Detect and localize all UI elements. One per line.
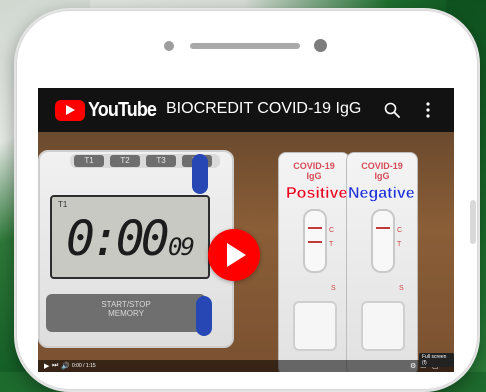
strip-positive-sample-well xyxy=(293,301,337,351)
timer-start-stop-label: START/STOP MEMORY xyxy=(101,300,151,318)
controls-play-icon[interactable]: ▶ xyxy=(44,362,49,370)
video-title[interactable]: BIOCREDIT COVID-19 IgG xyxy=(166,100,361,118)
youtube-logo-icon[interactable] xyxy=(55,100,85,121)
timer-tab-2: T2 xyxy=(110,155,140,167)
controls-settings-icon[interactable]: ⚙ xyxy=(410,362,416,370)
timer-display-time: 0:00 xyxy=(66,211,170,267)
controls-volume-icon[interactable]: 🔊 xyxy=(61,362,70,370)
overlay-label-positive: Positive xyxy=(286,185,348,202)
strip-positive-title-line2: IgG xyxy=(306,171,322,181)
overlay-label-negative: Negative xyxy=(348,185,415,202)
controls-next-icon[interactable]: ⏭ xyxy=(52,362,58,370)
strip-negative-mark-s1: S xyxy=(399,285,404,292)
strip-positive-title-line1: COVID-19 xyxy=(293,161,335,171)
video-player[interactable]: T1 T2 T3 T4 T1 0:00 09 START/STOP MEMORY… xyxy=(38,132,454,372)
strip-positive-mark-c: C xyxy=(329,227,335,234)
timer-display-label: T1 xyxy=(58,200,68,209)
more-vert-icon[interactable] xyxy=(424,101,432,119)
timer-start-stop-panel: START/STOP MEMORY xyxy=(46,294,206,332)
phone-screen: YouTube BIOCREDIT COVID-19 IgG T1 T2 T3 … xyxy=(38,88,454,372)
strip-negative-title-line1: COVID-19 xyxy=(361,161,403,171)
play-icon xyxy=(227,243,246,267)
strip-positive-control-line xyxy=(308,227,322,229)
phone-speaker xyxy=(190,43,300,49)
timer-cap-top xyxy=(192,154,208,194)
timer-display-seconds: 09 xyxy=(168,233,195,261)
youtube-wordmark[interactable]: YouTube xyxy=(88,99,157,122)
strip-negative-title: COVID-19 IgG xyxy=(347,161,417,181)
timer-tab-3: T3 xyxy=(146,155,176,167)
phone-sensor-icon xyxy=(314,39,327,52)
youtube-top-bar: YouTube BIOCREDIT COVID-19 IgG xyxy=(38,88,454,132)
strip-negative-sample-well xyxy=(361,301,405,351)
strip-positive-mark-t: T xyxy=(329,241,334,248)
strip-positive-mark-s1: S xyxy=(331,285,336,292)
strip-negative-mark-t: T xyxy=(397,241,402,248)
controls-time: 0:00 / 1:15 xyxy=(72,363,96,369)
video-controls-bar: ▶ ⏭ 🔊 0:00 / 1:15 ⚙ ▭ ▢ ⛶ xyxy=(38,360,454,372)
strip-positive-title: COVID-19 IgG xyxy=(279,161,349,181)
strip-positive-window xyxy=(303,209,327,273)
strip-negative-window xyxy=(371,209,395,273)
strip-negative-mark-c: C xyxy=(397,227,403,234)
search-icon[interactable] xyxy=(384,102,400,118)
fullscreen-tooltip: Full screen (f) xyxy=(419,353,454,367)
phone-side-button xyxy=(470,200,476,244)
timer-tab-1: T1 xyxy=(74,155,104,167)
timer-cap-bottom xyxy=(196,296,212,336)
strip-negative-control-line xyxy=(376,227,390,229)
strip-positive-test-line xyxy=(308,241,322,243)
timer-display: T1 0:00 09 xyxy=(50,195,210,279)
strip-negative-title-line2: IgG xyxy=(374,171,390,181)
youtube-logo-play-icon xyxy=(66,105,75,115)
phone-camera-icon xyxy=(164,41,174,51)
play-button[interactable] xyxy=(208,229,260,281)
